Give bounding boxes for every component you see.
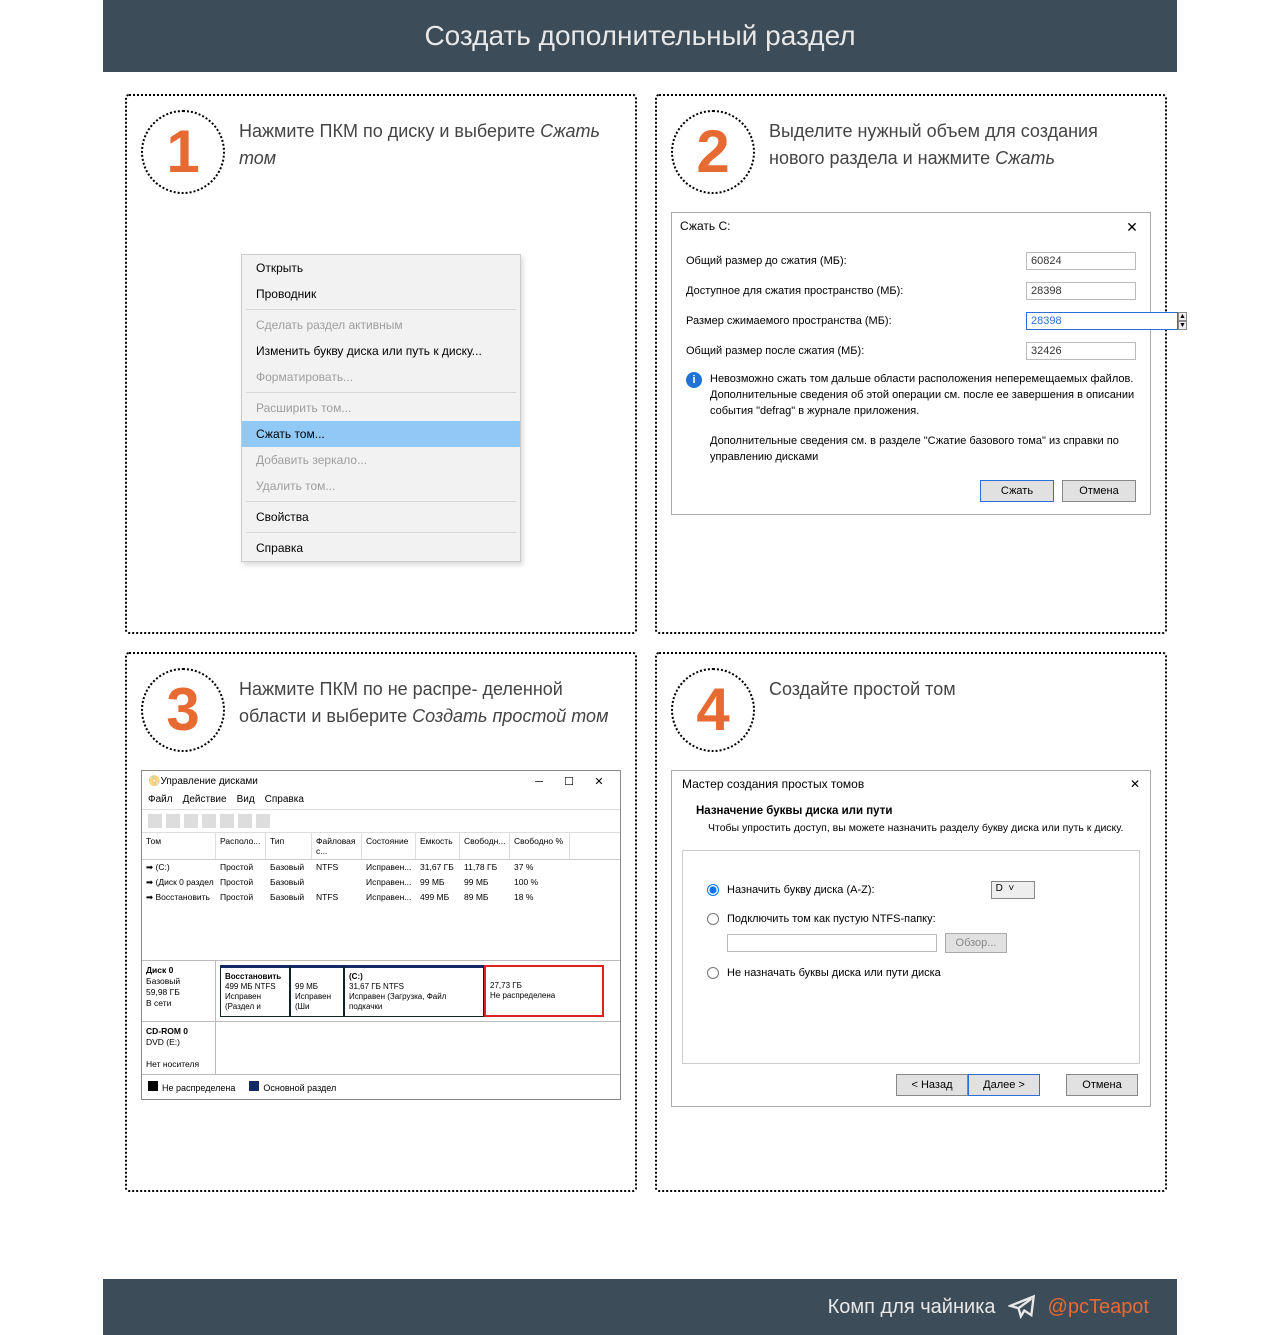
partition[interactable]: (C:)31,67 ГБ NTFSИсправен (Загрузка, Фай…	[344, 965, 484, 1017]
disk-row: Диск 0 Базовый 59,98 ГБ В сети Восстанов…	[142, 961, 620, 1022]
opt-no-letter-label: Не назначать буквы диска или пути диска	[727, 967, 941, 979]
drive-letter-select[interactable]: D ˅	[991, 881, 1035, 899]
wizard-heading: Назначение буквы диска или пути	[696, 805, 1126, 817]
step-2-text: Выделите нужный объем для создания новог…	[769, 110, 1151, 172]
partition[interactable]: 99 МБИсправен (Ши	[290, 965, 344, 1017]
toolbar-icon[interactable]	[166, 814, 180, 828]
close-icon[interactable]: ✕	[1130, 777, 1140, 791]
spin-down-icon[interactable]: ▼	[1178, 321, 1187, 330]
menu-item-add-mirror: Добавить зеркало...	[242, 447, 520, 473]
opt-mount-folder-label: Подключить том как пустую NTFS-папку:	[727, 913, 936, 925]
table-header: ТомРасполо...ТипФайловая с...СостояниеЕм…	[142, 833, 620, 860]
partition[interactable]: Восстановить499 МБ NTFSИсправен (Раздел …	[220, 965, 290, 1017]
legend: Не распределена Основной раздел	[142, 1075, 620, 1099]
menu-view[interactable]: Вид	[237, 794, 255, 805]
toolbar-icon[interactable]	[238, 814, 252, 828]
toolbar	[142, 809, 620, 833]
menu-item-format: Форматировать...	[242, 364, 520, 390]
opt-assign-letter-label: Назначить букву диска (A-Z):	[727, 884, 875, 896]
maximize-icon[interactable]: ☐	[554, 775, 584, 788]
footer-handle[interactable]: @pcTeapot	[1048, 1296, 1149, 1319]
info-text-1: Невозможно сжать том дальше области расп…	[710, 372, 1136, 420]
step-1-number-circle: 1	[141, 110, 225, 194]
radio-assign-letter[interactable]	[707, 884, 719, 896]
back-button[interactable]: < Назад	[896, 1074, 968, 1096]
shrink-amount-input[interactable]	[1026, 312, 1178, 330]
after-size-value: 32426	[1026, 342, 1136, 360]
spin-up-icon[interactable]: ▲	[1178, 312, 1187, 321]
step-1-text: Нажмите ПКМ по диску и выберите Сжать то…	[239, 110, 621, 172]
cancel-button[interactable]: Отмена	[1066, 1074, 1138, 1096]
shrink-button[interactable]: Сжать	[980, 480, 1054, 502]
browse-button[interactable]: Обзор...	[945, 933, 1007, 953]
wizard-dialog: Мастер создания простых томов ✕ Назначен…	[671, 770, 1151, 1107]
info-text-2: Дополнительные сведения см. в разделе "С…	[710, 434, 1136, 466]
menu-help[interactable]: Справка	[265, 794, 304, 805]
toolbar-icon[interactable]	[148, 814, 162, 828]
radio-no-letter[interactable]	[707, 967, 719, 979]
table-row[interactable]: ➡ (C:)ПростойБазовыйNTFSИсправен...31,67…	[142, 860, 620, 875]
step-4-text: Создайте простой том	[769, 668, 956, 703]
menu-item-help[interactable]: Справка	[242, 535, 520, 561]
menu-item-extend: Расширить том...	[242, 395, 520, 421]
menu-file[interactable]: Файл	[148, 794, 173, 805]
page-title: Создать дополнительный раздел	[103, 0, 1177, 72]
radio-mount-folder[interactable]	[707, 913, 719, 925]
menu-item-properties[interactable]: Свойства	[242, 504, 520, 530]
dialog-title: Сжать C:	[680, 219, 730, 236]
wizard-title: Мастер создания простых томов	[682, 777, 864, 791]
step-4-card: 4 Создайте простой том Мастер создания п…	[655, 652, 1167, 1192]
folder-path-input[interactable]	[727, 934, 937, 952]
menu-item-delete: Удалить том...	[242, 473, 520, 499]
avail-size-label: Доступное для сжатия пространство (МБ):	[686, 285, 903, 297]
toolbar-icon[interactable]	[256, 814, 270, 828]
step-3-text: Нажмите ПКМ по не распре- деленной облас…	[239, 668, 621, 730]
next-button[interactable]: Далее >	[968, 1074, 1040, 1096]
menu-item-explorer[interactable]: Проводник	[242, 281, 520, 307]
step-3-card: 3 Нажмите ПКМ по не распре- деленной обл…	[125, 652, 637, 1192]
wizard-subheading: Чтобы упростить доступ, вы можете назнач…	[708, 821, 1126, 836]
menu-item-open[interactable]: Открыть	[242, 255, 520, 281]
partition-unallocated[interactable]: 27,73 ГБНе распределена	[484, 965, 604, 1017]
step-2-number-circle: 2	[671, 110, 755, 194]
total-size-value: 60824	[1026, 252, 1136, 270]
menu-item-make-active: Сделать раздел активным	[242, 312, 520, 338]
step-3-number-circle: 3	[141, 668, 225, 752]
footer-text: Комп для чайника	[828, 1296, 996, 1319]
cancel-button[interactable]: Отмена	[1062, 480, 1136, 502]
disk-mgmt-window: 📀 Управление дисками ─ ☐ ✕ Файл Действие…	[141, 770, 621, 1100]
shrink-amount-label: Размер сжимаемого пространства (МБ):	[686, 315, 892, 327]
cdrom-row: CD-ROM 0 DVD (E:) Нет носителя	[142, 1022, 620, 1075]
step-1-card: 1 Нажмите ПКМ по диску и выберите Сжать …	[125, 94, 637, 634]
shrink-dialog: Сжать C: ✕ Общий размер до сжатия (МБ): …	[671, 212, 1151, 515]
context-menu: Открыть Проводник Сделать раздел активны…	[241, 254, 521, 562]
step-2-card: 2 Выделите нужный объем для создания нов…	[655, 94, 1167, 634]
toolbar-icon[interactable]	[202, 814, 216, 828]
telegram-icon	[1008, 1293, 1036, 1321]
table-row[interactable]: ➡ (Диск 0 раздел 2)ПростойБазовыйИсправе…	[142, 875, 620, 890]
table-row[interactable]: ➡ ВосстановитьПростойБазовыйNTFSИсправен…	[142, 890, 620, 905]
toolbar-icon[interactable]	[184, 814, 198, 828]
menu-item-change-letter[interactable]: Изменить букву диска или путь к диску...	[242, 338, 520, 364]
after-size-label: Общий размер после сжатия (МБ):	[686, 345, 864, 357]
toolbar-icon[interactable]	[220, 814, 234, 828]
close-icon[interactable]: ✕	[1122, 219, 1142, 236]
step-4-number-circle: 4	[671, 668, 755, 752]
menu-action[interactable]: Действие	[183, 794, 227, 805]
menu-item-shrink[interactable]: Сжать том...	[242, 421, 520, 447]
avail-size-value: 28398	[1026, 282, 1136, 300]
minimize-icon[interactable]: ─	[524, 776, 554, 788]
total-size-label: Общий размер до сжатия (МБ):	[686, 255, 847, 267]
diskmgmt-icon: 📀	[148, 776, 160, 787]
close-icon[interactable]: ✕	[584, 775, 614, 788]
window-title: Управление дисками	[160, 776, 524, 787]
info-icon: i	[686, 372, 702, 388]
